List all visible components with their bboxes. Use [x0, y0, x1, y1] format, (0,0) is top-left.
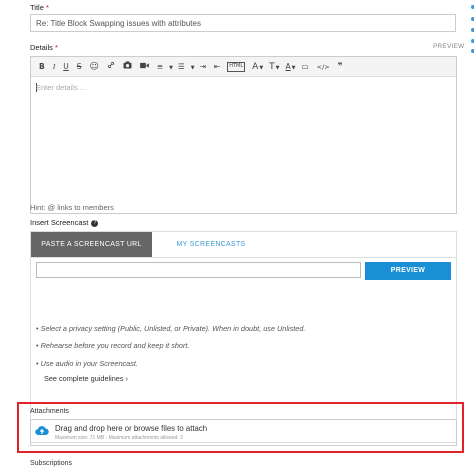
text-style-icon[interactable]: T [265, 60, 275, 74]
tip-item: • Rehearse before you record and keep it… [36, 341, 190, 350]
tab-my-screencasts[interactable]: MY SCREENCASTS [155, 232, 267, 257]
tab-paste-url[interactable]: PASTE A SCREENCAST URL [31, 232, 152, 257]
tip-item: • Select a privacy setting (Public, Unli… [36, 324, 306, 333]
quote-icon[interactable]: ❞ [334, 60, 347, 74]
title-label-text: Title [30, 3, 44, 12]
dropzone-text: Drag and drop here or browse files to at… [55, 424, 208, 433]
attachments-label: Attachments [30, 408, 69, 415]
chevron-down-icon: ▼ [259, 64, 264, 71]
chevron-down-icon: ▼ [275, 64, 280, 71]
font-color-icon[interactable]: A [282, 60, 291, 74]
dropdown-icon[interactable]: ▼ [189, 60, 196, 74]
tip-text: Rehearse before you record and keep it s… [40, 341, 190, 350]
emoji-icon[interactable]: ☺ [85, 60, 102, 74]
dropdown-icon[interactable]: ▼ [258, 60, 265, 74]
editor-hint: Hint: @ links to members [30, 203, 114, 212]
indent-icon[interactable]: ⇥ [196, 60, 210, 74]
dropdown-icon[interactable]: ▼ [167, 60, 174, 74]
background-icon[interactable]: ▭ [298, 60, 313, 74]
required-mark: * [55, 43, 58, 52]
help-icon[interactable]: ? [91, 219, 99, 227]
link-glyph [107, 61, 114, 68]
dropdown-icon[interactable]: ▼ [291, 60, 298, 74]
cloud-upload-icon [35, 426, 49, 436]
chevron-down-icon: ▼ [169, 64, 174, 71]
editor-toolbar: B I U S ☺ ≡ ▼ ☰ ▼ ⇥ ⇤ HTML A ▼ T ▼ A ▼ ▭… [31, 57, 456, 77]
code-icon[interactable]: </> [313, 60, 334, 74]
details-placeholder: Enter details ... [36, 83, 87, 92]
font-size-icon[interactable]: A [248, 60, 258, 74]
image-icon[interactable] [119, 60, 136, 74]
preview-button[interactable]: PREVIEW [365, 262, 451, 280]
tab-divider [31, 257, 456, 258]
bold-button[interactable]: B [35, 60, 49, 74]
strikethrough-button[interactable]: S [73, 60, 86, 74]
tip-item: • Use audio in your Screencast. [36, 359, 138, 368]
video-icon[interactable] [136, 60, 153, 74]
attachment-limits: Maximum size: 71 MB - Maximum attachment… [55, 435, 183, 441]
screencast-label-text: Insert Screencast [30, 218, 89, 227]
tip-text: Select a privacy setting (Public, Unlist… [40, 324, 306, 333]
required-mark: * [45, 3, 49, 12]
bulleted-list-icon[interactable]: ☰ [174, 60, 189, 74]
link-icon[interactable] [103, 60, 119, 74]
numbered-list-icon[interactable]: ≡ [153, 60, 167, 74]
guidelines-link[interactable]: See complete guidelines › [44, 374, 128, 383]
tip-text: Use audio in your Screencast. [40, 359, 138, 368]
dropdown-icon[interactable]: ▼ [275, 60, 282, 74]
details-editor[interactable]: B I U S ☺ ≡ ▼ ☰ ▼ ⇥ ⇤ HTML A ▼ T ▼ A ▼ ▭… [30, 56, 457, 214]
underline-button[interactable]: U [59, 60, 73, 74]
details-preview-link[interactable]: PREVIEW [433, 43, 464, 50]
camera-glyph [123, 60, 132, 69]
italic-button[interactable]: I [49, 60, 60, 74]
title-input[interactable]: Re: Title Block Swapping issues with att… [30, 14, 456, 32]
outdent-icon[interactable]: ⇤ [210, 60, 224, 74]
title-label: Title * [30, 3, 49, 12]
chevron-down-icon: ▼ [291, 64, 296, 71]
screencast-label: Insert Screencast? [30, 218, 99, 227]
details-label-text: Details [30, 43, 53, 52]
screencast-url-input[interactable] [36, 262, 361, 278]
chevron-down-icon: ▼ [190, 64, 195, 71]
details-label: Details * [30, 43, 58, 52]
subscriptions-label: Subscriptions [30, 460, 73, 467]
attachment-dropzone[interactable]: Drag and drop here or browse files to at… [30, 419, 457, 446]
video-glyph [140, 62, 149, 68]
html-button[interactable]: HTML [227, 61, 246, 72]
